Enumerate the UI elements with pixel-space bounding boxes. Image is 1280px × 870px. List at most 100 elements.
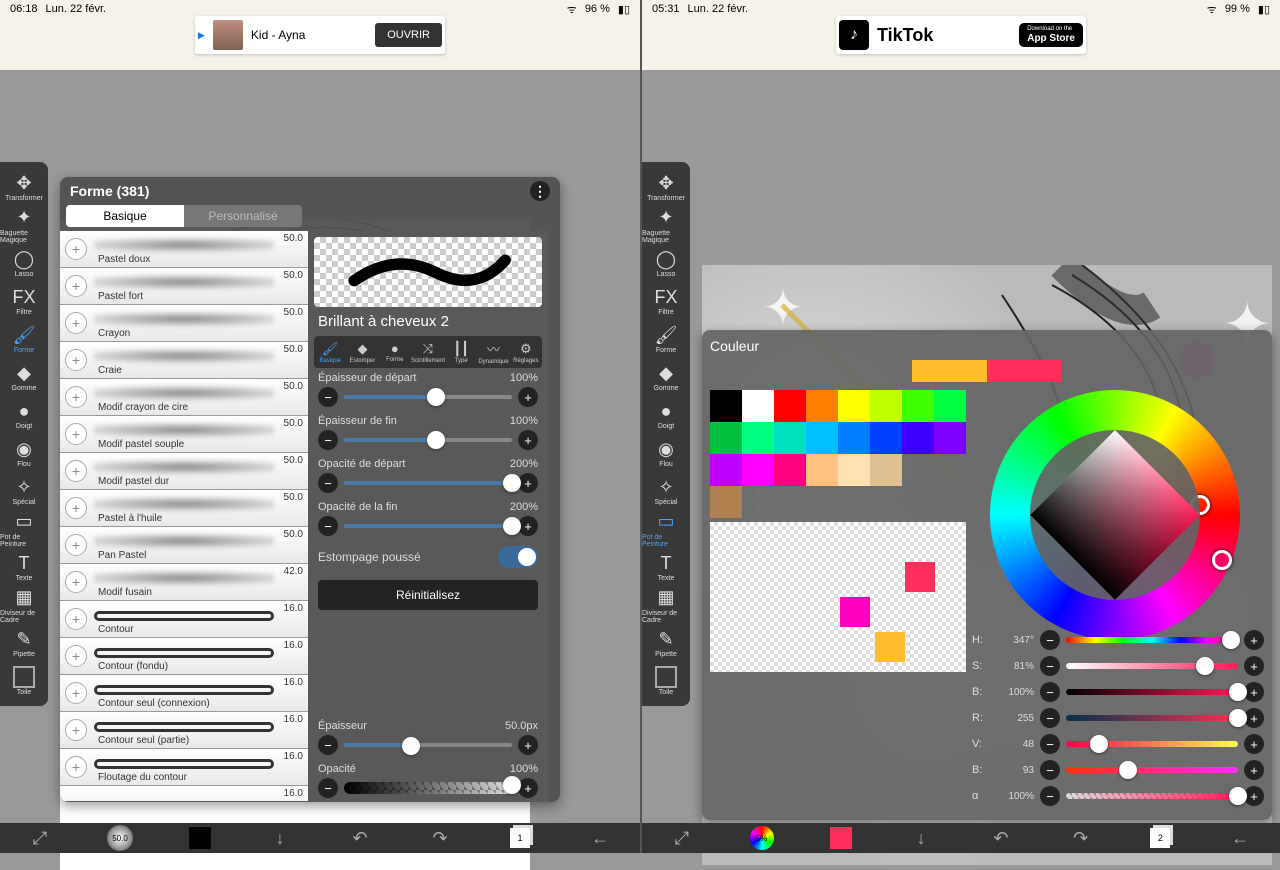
add-brush-icon[interactable]: + [65, 571, 87, 593]
increase-button[interactable]: + [518, 430, 538, 450]
download-button[interactable]: ↓ [260, 825, 300, 851]
color-swatch[interactable] [838, 422, 870, 454]
sidebar-item-lasso[interactable]: ◯Lasso [0, 244, 48, 282]
layers-button[interactable]: 2 [1140, 825, 1180, 851]
color-swatch[interactable] [710, 422, 742, 454]
sidebar-item-doigt[interactable]: ●Doigt [0, 396, 48, 434]
ad-banner[interactable]: ▶ Kid - Ayna OUVRIR [195, 16, 445, 54]
sidebar-item-texte[interactable]: TTexte [642, 548, 690, 586]
color-swatch[interactable] [742, 390, 774, 422]
add-brush-icon[interactable]: + [65, 349, 87, 371]
color-swatch-button[interactable] [180, 825, 220, 851]
add-brush-icon[interactable]: + [65, 460, 87, 482]
recent-color[interactable] [912, 360, 987, 382]
sidebar-item-diviseur-de-cadre[interactable]: ▦Diviseur de Cadre [642, 586, 690, 624]
color-swatch[interactable] [934, 390, 966, 422]
ad-banner-tiktok[interactable]: ♪ TikTok Download on the App Store [836, 16, 1086, 54]
decrease-button[interactable]: − [318, 735, 338, 755]
add-brush-icon[interactable]: + [65, 238, 87, 260]
increase-button[interactable]: + [1244, 734, 1264, 754]
appstore-button[interactable]: Download on the App Store [1019, 23, 1083, 47]
color-swatch[interactable] [806, 454, 838, 486]
sidebar-item-doigt[interactable]: ●Doigt [642, 396, 690, 434]
reset-button[interactable]: Réinitialisez [318, 580, 538, 610]
brush-row[interactable]: + Modif crayon de cire 50.0 [60, 379, 308, 416]
hue-marker-2[interactable] [1212, 550, 1232, 570]
panel-menu-icon[interactable]: ⋮ [530, 181, 550, 201]
decrease-button[interactable]: − [1040, 630, 1060, 650]
slider-track[interactable] [344, 524, 512, 528]
add-brush-icon[interactable]: + [65, 497, 87, 519]
increase-button[interactable]: + [518, 735, 538, 755]
brush-row[interactable]: + Floutage du contour 16.0 [60, 749, 308, 786]
color-swatch[interactable] [870, 422, 902, 454]
smudge-toggle[interactable] [498, 546, 538, 568]
color-swatch-button[interactable] [821, 825, 861, 851]
add-brush-icon[interactable]: + [65, 719, 87, 741]
ad-open-button[interactable]: OUVRIR [375, 23, 442, 47]
back-button[interactable]: ← [1220, 825, 1260, 851]
brush-row[interactable]: + Modif pastel souple 50.0 [60, 416, 308, 453]
color-swatch[interactable] [934, 422, 966, 454]
add-brush-icon[interactable]: + [65, 312, 87, 334]
sidebar-item-flou[interactable]: ◉Flou [0, 434, 48, 472]
sidebar-item-spécial[interactable]: ✧Spécial [0, 472, 48, 510]
slider-track[interactable] [1066, 663, 1238, 669]
settings-tab-type[interactable]: ┃┃Type [445, 336, 477, 368]
fullscreen-button[interactable]: ⤢ [662, 825, 702, 851]
add-brush-icon[interactable]: + [65, 682, 87, 704]
color-swatch[interactable] [742, 422, 774, 454]
color-swatch[interactable] [774, 390, 806, 422]
decrease-button[interactable]: − [1040, 708, 1060, 728]
sidebar-item-texte[interactable]: TTexte [0, 548, 48, 586]
add-brush-icon[interactable]: + [65, 756, 87, 778]
color-swatch[interactable] [870, 454, 902, 486]
history-color-chip[interactable] [840, 597, 870, 627]
color-swatch[interactable] [838, 390, 870, 422]
brush-row[interactable]: + Contour (fondu) 16.0 [60, 638, 308, 675]
add-brush-icon[interactable]: + [65, 645, 87, 667]
slider-track[interactable] [344, 395, 512, 399]
sidebar-item-lasso[interactable]: ◯Lasso [642, 244, 690, 282]
sidebar-item-toile[interactable]: Toile [642, 662, 690, 700]
sidebar-item-flou[interactable]: ◉Flou [642, 434, 690, 472]
sidebar-item-spécial[interactable]: ✧Spécial [642, 472, 690, 510]
slider-track[interactable] [1066, 637, 1238, 643]
recent-color[interactable] [987, 360, 1062, 382]
brush-row[interactable]: + Pan Pastel 50.0 [60, 527, 308, 564]
color-swatch[interactable] [710, 486, 742, 518]
settings-tab-basique[interactable]: 🖌Basique [314, 336, 346, 368]
sidebar-item-pipette[interactable]: ✎Pipette [642, 624, 690, 662]
color-swatch[interactable] [710, 390, 742, 422]
color-swatch[interactable] [902, 390, 934, 422]
sidebar-item-gomme[interactable]: ◆Gomme [642, 358, 690, 396]
decrease-button[interactable]: − [318, 516, 338, 536]
increase-button[interactable]: + [518, 516, 538, 536]
history-color-chip[interactable] [905, 562, 935, 592]
increase-button[interactable]: + [1244, 760, 1264, 780]
sidebar-item-gomme[interactable]: ◆Gomme [0, 358, 48, 396]
color-swatch[interactable] [806, 390, 838, 422]
sidebar-item-forme[interactable]: 🖌Forme [642, 320, 690, 358]
redo-button[interactable]: ↷ [420, 825, 460, 851]
increase-button[interactable]: + [518, 473, 538, 493]
slider-track[interactable] [1066, 689, 1238, 695]
color-history-area[interactable] [710, 522, 966, 672]
add-brush-icon[interactable]: + [65, 423, 87, 445]
brush-row[interactable]: + Contour seul (partie) 16.0 [60, 712, 308, 749]
settings-tab-dynamique[interactable]: 〰Dynamique [477, 336, 509, 368]
color-swatch[interactable] [838, 454, 870, 486]
decrease-button[interactable]: − [1040, 656, 1060, 676]
color-swatch[interactable] [774, 422, 806, 454]
slider-track[interactable] [1066, 741, 1238, 747]
brush-row[interactable]: 16.0 [60, 786, 308, 801]
decrease-button[interactable]: − [1040, 760, 1060, 780]
decrease-button[interactable]: − [1040, 682, 1060, 702]
undo-button[interactable]: ↶ [340, 825, 380, 851]
brush-row[interactable]: + Crayon 50.0 [60, 305, 308, 342]
increase-button[interactable]: + [518, 778, 538, 798]
color-swatch[interactable] [902, 422, 934, 454]
add-brush-icon[interactable]: + [65, 275, 87, 297]
settings-tab-réglages[interactable]: ⚙Réglages [510, 336, 542, 368]
slider-track[interactable] [344, 743, 512, 747]
